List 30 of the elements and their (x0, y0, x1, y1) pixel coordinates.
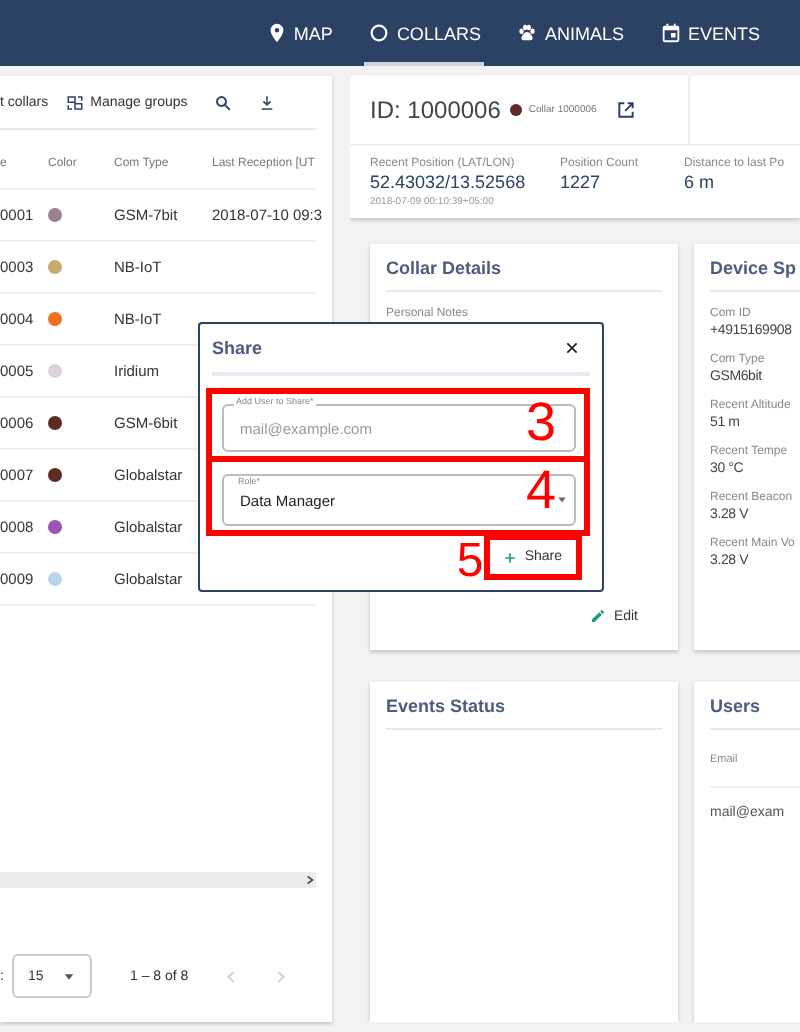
close-icon[interactable] (564, 340, 580, 356)
nav-tab[interactable]: MAP (261, 0, 337, 66)
ring-icon (368, 22, 391, 44)
calendar-icon (659, 22, 682, 44)
dialog-title: Share (212, 338, 263, 358)
plus-icon (504, 551, 517, 563)
nav-tab[interactable]: ANIMALS (512, 0, 628, 66)
card-title: Device Sp (710, 258, 800, 292)
card-title: Collar Details (386, 258, 662, 292)
card-title: Users (710, 696, 800, 730)
open-in-new-icon[interactable] (616, 100, 637, 120)
caret-icon (62, 969, 76, 983)
stat-value: 1227 (560, 172, 603, 192)
nav-tab[interactable]: EVENTS (655, 0, 764, 66)
stat-value: 6 m (684, 172, 717, 192)
search-icon[interactable] (213, 93, 232, 111)
pin-icon (265, 22, 288, 44)
pencil-icon (589, 608, 606, 624)
download-icon[interactable] (257, 93, 276, 111)
collar-id: ID: 1000006 (370, 96, 501, 124)
annotation-number: 5 (456, 538, 484, 586)
stat-value: 52.43032/13.52568 (370, 172, 528, 192)
chevron-right-icon (304, 874, 316, 886)
nav-tab[interactable]: COLLARS (364, 0, 485, 66)
annotation-number: 4 (525, 464, 556, 518)
paw-icon (516, 22, 539, 44)
groups-icon (66, 93, 85, 111)
caret-icon (556, 494, 568, 506)
scroll-bar[interactable] (0, 872, 316, 888)
card-title: Events Status (386, 696, 662, 730)
